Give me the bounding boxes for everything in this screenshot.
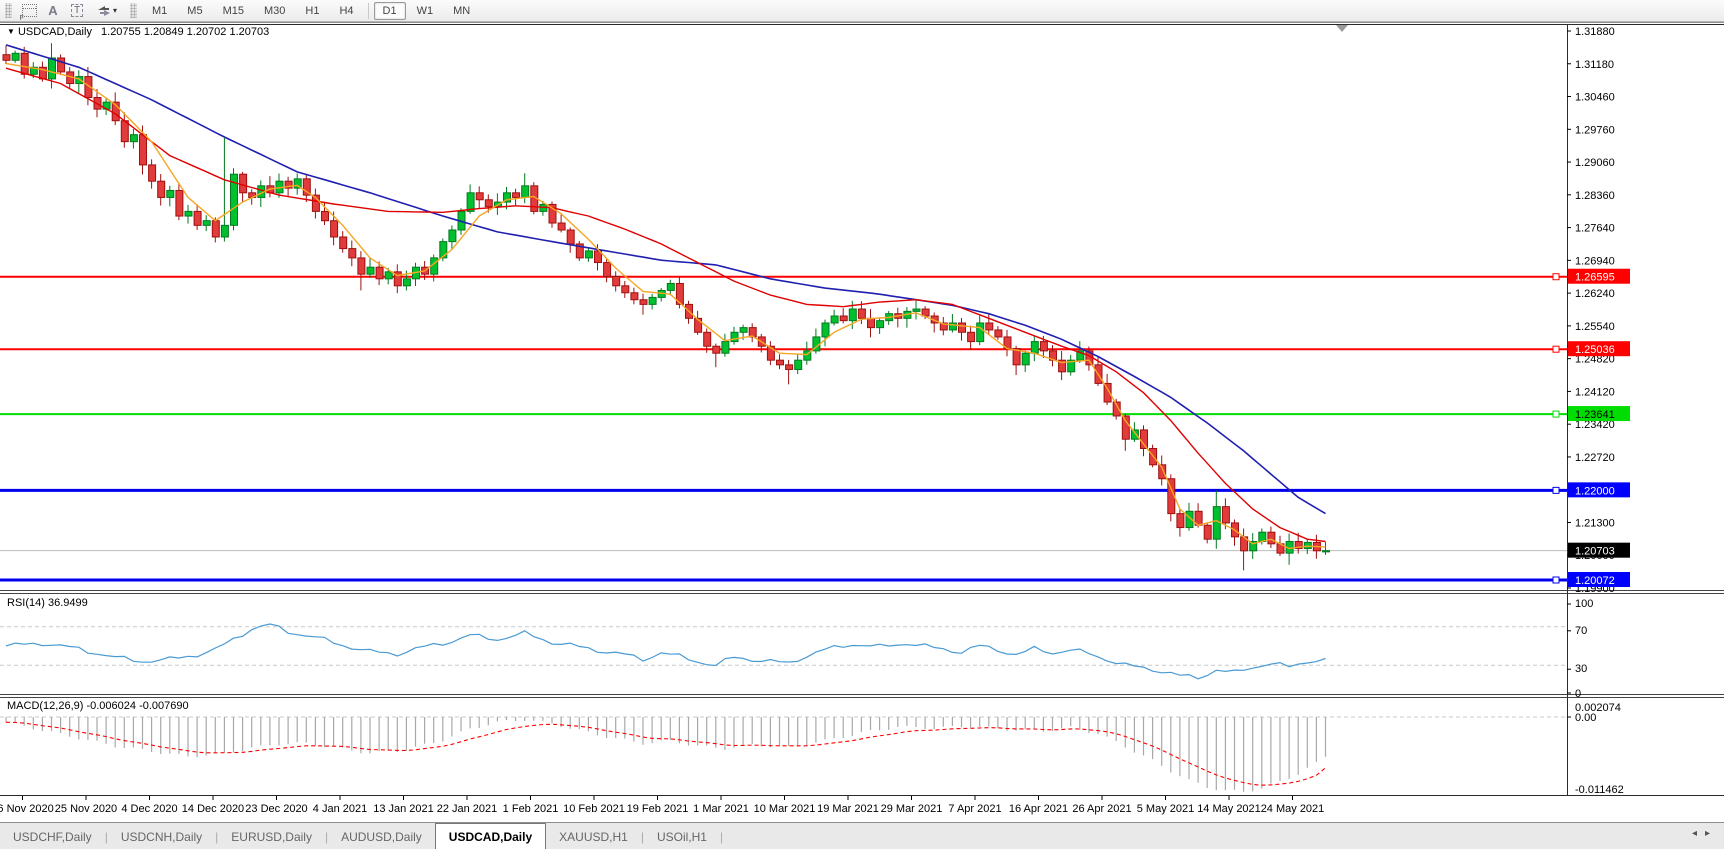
svg-text:19 Feb 2021: 19 Feb 2021: [627, 803, 689, 815]
macd-signal-line: [5, 721, 1326, 786]
svg-text:1 Feb 2021: 1 Feb 2021: [503, 803, 559, 815]
tab-scroll-left-icon[interactable]: ◂: [1692, 828, 1705, 839]
chart-ohlc-values: 1.20755 1.20849 1.20702 1.20703: [101, 26, 270, 38]
svg-text:1.22720: 1.22720: [1575, 452, 1615, 464]
svg-text:1.31880: 1.31880: [1575, 26, 1615, 38]
svg-text:25 Nov 2020: 25 Nov 2020: [55, 803, 117, 815]
ma-fast-orange: [5, 62, 1326, 550]
rsi-indicator-label: RSI(14) 36.9499: [7, 597, 88, 609]
svg-text:1.21300: 1.21300: [1575, 517, 1615, 529]
svg-text:4 Dec 2020: 4 Dec 2020: [121, 803, 177, 815]
svg-text:13 Jan 2021: 13 Jan 2021: [373, 803, 434, 815]
ma-medium-red: [5, 67, 1326, 543]
date-axis: 16 Nov 202025 Nov 2020 4 Dec 2020 14 Dec 2…: [0, 796, 1324, 815]
svg-text:1.26240: 1.26240: [1575, 288, 1615, 300]
svg-text:16 Apr 2021: 16 Apr 2021: [1009, 803, 1068, 815]
panel-frames: [0, 22, 1724, 796]
tab-scroll-right-icon[interactable]: ▸: [1705, 828, 1718, 839]
svg-text:1.25036: 1.25036: [1575, 344, 1615, 356]
svg-text:1.31180: 1.31180: [1575, 59, 1614, 71]
ma-slow-blue: [5, 44, 1326, 515]
symbol-tab-usoil[interactable]: USOil,H1: [644, 823, 720, 849]
line-handle: [1552, 486, 1560, 494]
svg-text:1.23641: 1.23641: [1575, 409, 1615, 421]
svg-text:1.26940: 1.26940: [1575, 255, 1615, 267]
trading-terminal-window: A T ▾ M1M5M15M30H1H4D1W1MN 1.318801.3118…: [0, 0, 1724, 849]
svg-text:14 Dec 2020: 14 Dec 2020: [182, 803, 244, 815]
svg-text:23 Dec 2020: 23 Dec 2020: [245, 803, 307, 815]
svg-text:7 Apr 2021: 7 Apr 2021: [948, 803, 1001, 815]
chart-canvas[interactable]: 1.31880 1.31180 1.30460 1.29760 1.29060 1.283…: [0, 0, 1724, 849]
svg-text:14 May 2021: 14 May 2021: [1197, 803, 1261, 815]
svg-text:0: 0: [1575, 688, 1581, 700]
symbol-tab-audusd[interactable]: AUDUSD,Daily: [328, 823, 435, 849]
collapse-triangle-icon[interactable]: ▼: [7, 27, 15, 36]
svg-text:1.24120: 1.24120: [1575, 386, 1615, 398]
chart-symbol-period: USDCAD,Daily: [17, 26, 92, 38]
line-handle: [1552, 273, 1560, 281]
line-handle: [1552, 410, 1560, 418]
symbol-tab-eurusd[interactable]: EURUSD,Daily: [218, 823, 325, 849]
macd-panel[interactable]: [0, 716, 1567, 792]
svg-text:70: 70: [1575, 625, 1587, 637]
symbol-tab-usdcnh[interactable]: USDCNH,Daily: [108, 823, 215, 849]
svg-text:1.22000: 1.22000: [1575, 485, 1615, 497]
svg-text:-0.011462: -0.011462: [1575, 784, 1624, 796]
svg-text:100: 100: [1575, 598, 1593, 610]
svg-text:26 Apr 2021: 26 Apr 2021: [1072, 803, 1131, 815]
svg-text:1.29060: 1.29060: [1575, 157, 1615, 169]
svg-text:1.29760: 1.29760: [1575, 124, 1615, 136]
svg-text:1 Mar 2021: 1 Mar 2021: [693, 803, 749, 815]
svg-text:5 May 2021: 5 May 2021: [1137, 803, 1194, 815]
svg-text:16 Nov 2020: 16 Nov 2020: [0, 803, 54, 815]
rsi-line: [5, 623, 1326, 680]
line-handle: [1552, 345, 1560, 353]
horizontal-study-lines[interactable]: [0, 273, 1567, 584]
svg-text:1.28360: 1.28360: [1575, 190, 1615, 202]
symbol-tab-xauusd[interactable]: XAUUSD,H1: [546, 823, 641, 849]
svg-text:1.27640: 1.27640: [1575, 223, 1615, 235]
symbol-tab-usdchf[interactable]: USDCHF,Daily: [0, 823, 105, 849]
svg-text:10 Feb 2021: 10 Feb 2021: [563, 803, 625, 815]
svg-text:1.20703: 1.20703: [1575, 546, 1615, 558]
rsi-panel[interactable]: [0, 623, 1567, 680]
macd-indicator-label: MACD(12,26,9) -0.006024 -0.007690: [7, 700, 189, 712]
svg-text:4 Jan 2021: 4 Jan 2021: [313, 803, 367, 815]
svg-text:1.30460: 1.30460: [1575, 92, 1615, 104]
svg-text:10 Mar 2021: 10 Mar 2021: [754, 803, 816, 815]
svg-text:22 Jan 2021: 22 Jan 2021: [437, 803, 498, 815]
line-handle: [1552, 576, 1560, 584]
svg-text:0.00: 0.00: [1575, 712, 1596, 724]
svg-text:19 Mar 2021: 19 Mar 2021: [817, 803, 879, 815]
svg-text:24 May 2021: 24 May 2021: [1261, 803, 1325, 815]
chart-shift-marker-icon[interactable]: [1336, 25, 1348, 32]
svg-text:1.26595: 1.26595: [1575, 272, 1615, 284]
symbol-tab-usdcad[interactable]: USDCAD,Daily: [434, 823, 547, 849]
svg-text:30: 30: [1575, 663, 1587, 675]
chart-title: ▼ USDCAD,Daily 1.20755 1.20849 1.20702 1…: [7, 26, 269, 38]
tab-scroll-arrows: ◂▸: [1692, 828, 1718, 839]
tab-separator: |: [719, 829, 724, 844]
svg-text:1.25540: 1.25540: [1575, 321, 1615, 333]
symbol-tab-bar: USDCHF,Daily | USDCNH,Daily | EURUSD,Daily | A…: [0, 822, 1724, 849]
svg-text:1.20072: 1.20072: [1575, 575, 1615, 587]
svg-text:29 Mar 2021: 29 Mar 2021: [881, 803, 943, 815]
